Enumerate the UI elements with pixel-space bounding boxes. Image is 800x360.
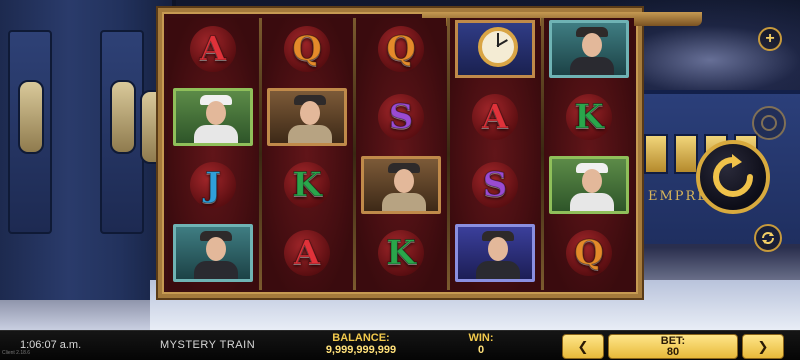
- train-window: [674, 134, 698, 174]
- portrait-soldier-icon: [455, 224, 535, 282]
- portrait-detective-icon: [267, 88, 347, 146]
- game-title: MYSTERY TRAIN: [160, 339, 256, 351]
- symbol-letter: S: [388, 97, 414, 137]
- spin-button[interactable]: [696, 140, 770, 214]
- symbol-s: S: [455, 156, 535, 214]
- balance-label: BALANCE:: [332, 332, 390, 344]
- symbol-letter: Q: [292, 29, 323, 69]
- symbol-portrait-detective: [361, 156, 441, 214]
- coin-button[interactable]: [752, 106, 786, 140]
- replay-arrow-icon: [713, 154, 753, 197]
- clock-icon: [455, 20, 535, 78]
- bottom-bar: 1:06:07 a.m. MYSTERY TRAIN BALANCE: 9,99…: [0, 330, 800, 360]
- version-label: Client 2.18.6: [2, 350, 31, 356]
- symbol-clock: [455, 20, 535, 78]
- chevron-left-icon: ❮: [577, 338, 589, 354]
- portrait-man-cap-icon: [173, 224, 253, 282]
- portrait-nurse-icon: [549, 156, 629, 214]
- balance-value: 9,999,999,999: [325, 344, 397, 356]
- win-value: 0: [477, 344, 485, 356]
- symbol-portrait-man-cap: [549, 20, 629, 78]
- balance-display: BALANCE: 9,999,999,999: [318, 332, 404, 357]
- train-window: [18, 80, 44, 154]
- symbol-a: A: [173, 20, 253, 78]
- reel-divider: [541, 18, 544, 290]
- train-car-left: [0, 0, 176, 300]
- autoplay-button[interactable]: [754, 224, 782, 252]
- reels-frame: AJQKAQSKASKQ: [158, 8, 702, 298]
- autoplay-icon: [762, 232, 774, 244]
- reel-divider: [353, 18, 356, 290]
- symbol-k: K: [361, 224, 441, 282]
- symbol-portrait-detective: [267, 88, 347, 146]
- win-display: WIN: 0: [460, 332, 502, 357]
- symbol-s: S: [361, 88, 441, 146]
- symbol-letter: A: [481, 97, 509, 137]
- bet-label: BET:: [660, 334, 686, 347]
- bet-value: 80: [666, 345, 680, 358]
- symbol-portrait-soldier: [455, 224, 535, 282]
- symbol-letter: A: [199, 29, 227, 69]
- reel-divider: [259, 18, 262, 290]
- train-window: [110, 80, 136, 154]
- symbol-q: Q: [549, 224, 629, 282]
- symbol-portrait-man-cap: [173, 224, 253, 282]
- symbol-q: Q: [267, 20, 347, 78]
- symbol-letter: S: [482, 165, 508, 205]
- symbol-k: K: [267, 156, 347, 214]
- symbol-j: J: [173, 156, 253, 214]
- symbol-portrait-nurse: [173, 88, 253, 146]
- portrait-detective-icon: [361, 156, 441, 214]
- chevron-right-icon: ❯: [757, 338, 769, 354]
- symbol-letter: K: [574, 97, 605, 137]
- symbol-k: K: [549, 88, 629, 146]
- reel-divider: [447, 18, 450, 290]
- portrait-man-cap-icon: [549, 20, 629, 78]
- bet-decrease-button[interactable]: ❮: [562, 334, 604, 359]
- symbol-letter: K: [292, 165, 323, 205]
- symbol-letter: J: [204, 165, 222, 205]
- symbol-letter: K: [386, 233, 417, 273]
- portrait-nurse-icon: [173, 88, 253, 146]
- symbol-a: A: [455, 88, 535, 146]
- symbol-letter: A: [293, 233, 321, 273]
- symbol-q: Q: [361, 20, 441, 78]
- bet-display[interactable]: BET: 80: [608, 334, 738, 359]
- symbol-portrait-nurse: [549, 156, 629, 214]
- symbol-letter: Q: [574, 233, 605, 273]
- symbol-a: A: [267, 224, 347, 282]
- symbol-letter: Q: [386, 29, 417, 69]
- bet-plus-button[interactable]: +: [758, 27, 782, 51]
- coin-icon: [761, 115, 777, 131]
- bet-increase-button[interactable]: ❯: [742, 334, 784, 359]
- plus-icon: +: [765, 30, 775, 47]
- train-window: [644, 134, 668, 174]
- win-label: WIN:: [468, 332, 494, 344]
